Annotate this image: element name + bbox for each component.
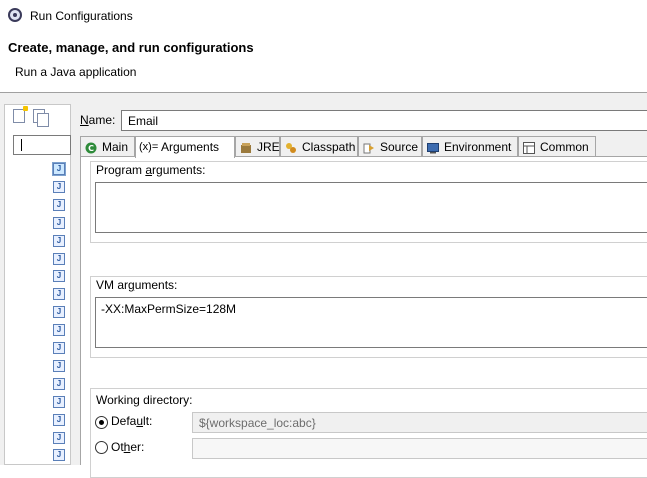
program-arguments-label: Program arguments: <box>96 163 206 177</box>
java-application-icon[interactable]: J <box>53 413 65 426</box>
program-arguments-textarea[interactable] <box>95 182 647 233</box>
java-application-icon[interactable]: J <box>53 395 65 408</box>
java-application-icon[interactable]: J <box>53 377 65 390</box>
dialog-header: Create, manage, and run configurations R… <box>0 32 647 92</box>
new-launch-configuration-icon[interactable] <box>13 106 28 123</box>
tab-label: Common <box>540 140 589 154</box>
tab-label: Source <box>380 140 419 154</box>
text-caret <box>21 139 22 151</box>
java-application-icon[interactable]: J <box>53 270 65 283</box>
tab-classpath[interactable]: Classpath <box>280 136 358 157</box>
java-application-icon[interactable]: J <box>53 342 65 354</box>
eclipse-app-icon <box>8 8 22 22</box>
java-application-icon[interactable]: J <box>53 449 65 462</box>
common-tab-icon <box>523 141 535 154</box>
java-application-icon[interactable]: J <box>53 431 65 444</box>
duplicate-configuration-icon[interactable] <box>33 109 49 127</box>
tab-source[interactable]: Source <box>358 136 422 157</box>
main-tab-icon: C <box>85 141 97 154</box>
default-radio[interactable] <box>95 416 108 429</box>
java-application-icon[interactable]: J <box>53 180 65 193</box>
tab-main[interactable]: C Main <box>80 136 135 157</box>
tab-label: Main <box>102 140 129 154</box>
vm-arguments-label: VM arguments: <box>96 278 178 292</box>
default-working-dir-field: ${workspace_loc:abc} <box>192 412 647 433</box>
java-application-icon[interactable]: J <box>53 216 65 229</box>
tab-common[interactable]: Common <box>518 136 596 157</box>
arguments-tab-icon: (x)= <box>139 141 159 153</box>
java-application-icon[interactable]: J <box>53 359 65 372</box>
dialog-heading: Create, manage, and run configurations <box>8 40 254 55</box>
java-application-icon[interactable]: J <box>53 198 65 211</box>
launch-config-tree-pane: JJJJJJJJJJJJJJJJJ <box>4 104 71 465</box>
other-working-dir-field[interactable] <box>192 438 647 459</box>
tab-label: Arguments <box>161 140 220 154</box>
tab-jre[interactable]: JRE <box>235 136 280 157</box>
working-directory-label: Working directory: <box>96 393 193 407</box>
tab-environment[interactable]: Environment <box>422 136 518 157</box>
default-radio-label[interactable]: Default: <box>111 414 152 428</box>
java-application-icon[interactable]: J <box>53 324 65 337</box>
tab-arguments[interactable]: (x)= Arguments <box>135 136 235 158</box>
environment-tab-icon <box>427 141 439 154</box>
tab-label: Environment <box>444 140 512 154</box>
tab-label: Classpath <box>302 140 356 154</box>
filter-input[interactable] <box>13 135 71 155</box>
java-application-icon[interactable]: J <box>53 252 65 265</box>
other-radio[interactable] <box>95 441 108 454</box>
java-application-icon[interactable]: J <box>52 162 66 176</box>
dialog-subtitle: Run a Java application <box>15 65 137 79</box>
name-label: Name: <box>80 113 116 127</box>
java-application-icon[interactable]: J <box>53 306 65 319</box>
name-input[interactable]: Email <box>121 110 647 131</box>
java-application-icon[interactable]: J <box>53 288 65 301</box>
jre-tab-icon <box>240 141 252 153</box>
svg-text:C: C <box>88 144 94 153</box>
source-tab-icon <box>363 141 375 154</box>
vm-arguments-textarea[interactable]: -XX:MaxPermSize=128M <box>95 297 647 348</box>
other-radio-label[interactable]: Other: <box>111 440 144 454</box>
java-application-icon[interactable]: J <box>53 234 65 247</box>
tab-label: JRE <box>257 140 280 154</box>
window-titlebar: Run Configurations <box>0 0 647 32</box>
window-title: Run Configurations <box>30 9 133 23</box>
classpath-tab-icon <box>285 141 297 153</box>
